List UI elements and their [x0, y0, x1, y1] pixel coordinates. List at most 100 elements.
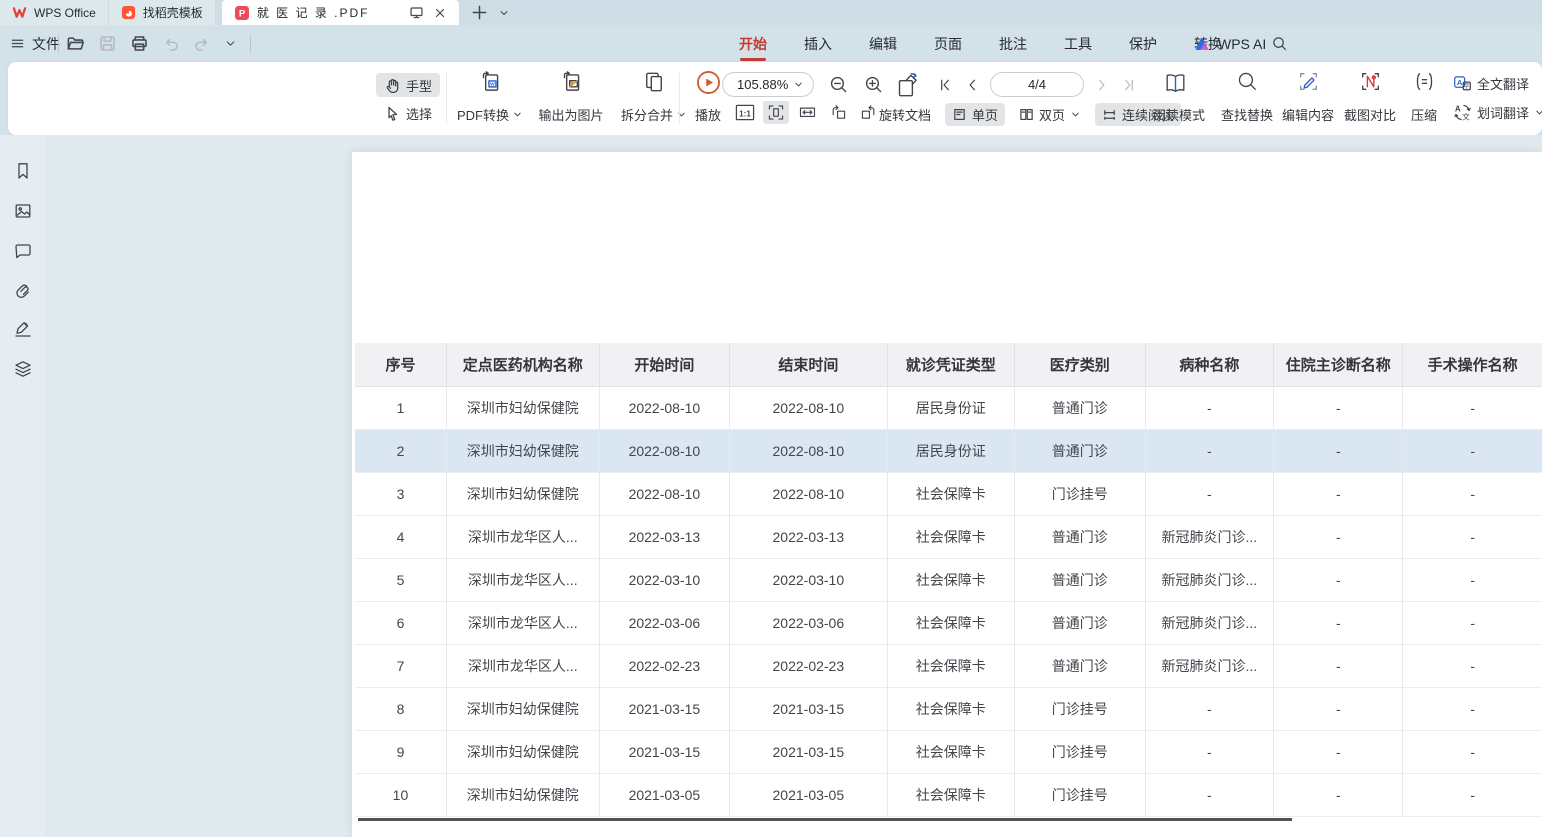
wps-ai-logo-icon	[1194, 36, 1212, 51]
zoom-level-combobox[interactable]: 105.88%	[722, 72, 814, 97]
table-row: 9深圳市妇幼保健院2021-03-152021-03-15社会保障卡门诊挂号--…	[355, 730, 1542, 773]
table-cell: 2	[355, 429, 446, 472]
zoom-out-icon[interactable]	[828, 74, 849, 95]
document-viewport[interactable]: 序号定点医药机构名称开始时间结束时间就诊凭证类型医疗类别病种名称住院主诊断名称手…	[0, 135, 1542, 837]
export-image-label: 输出为图片	[538, 105, 603, 124]
menu-home[interactable]: 开始	[737, 25, 769, 63]
chevron-down-icon	[793, 79, 804, 90]
zoom-in-icon[interactable]	[863, 74, 884, 95]
table-cell: -	[1403, 515, 1542, 558]
new-tab-plus-icon[interactable]	[471, 4, 488, 21]
pdf-page[interactable]: 序号定点医药机构名称开始时间结束时间就诊凭证类型医疗类别病种名称住院主诊断名称手…	[352, 152, 1542, 837]
split-merge-icon	[641, 69, 667, 95]
tab-document-pdf[interactable]: P 就 医 记 录 .PDF	[222, 0, 459, 25]
screenshot-compare-button[interactable]: 截图对比	[1332, 69, 1408, 129]
pdf-convert-button[interactable]: W PDF转换	[451, 69, 529, 129]
table-cell: -	[1403, 558, 1542, 601]
table-cell: -	[1145, 730, 1274, 773]
search-icon[interactable]	[1271, 35, 1288, 52]
table-cell: 2022-08-10	[730, 386, 887, 429]
page-number-input[interactable]: 4/4	[990, 72, 1084, 97]
table-row: 8深圳市妇幼保健院2021-03-152021-03-15社会保障卡门诊挂号--…	[355, 687, 1542, 730]
table-header-row: 序号定点医药机构名称开始时间结束时间就诊凭证类型医疗类别病种名称住院主诊断名称手…	[355, 343, 1542, 386]
table-cell: 2021-03-15	[730, 687, 887, 730]
tab-wps-office[interactable]: WPS Office	[0, 0, 109, 25]
table-cell: -	[1403, 644, 1542, 687]
table-cell: -	[1145, 386, 1274, 429]
page-indicator: 4/4	[1028, 77, 1046, 92]
word-translate-icon: A文	[1453, 103, 1472, 122]
menu-comment[interactable]: 批注	[997, 25, 1029, 63]
first-page-icon[interactable]	[936, 75, 955, 95]
wps-ai-button[interactable]: WPS AI	[1194, 25, 1266, 62]
signature-icon[interactable]	[13, 319, 33, 339]
menu-tools[interactable]: 工具	[1062, 25, 1094, 63]
redo-icon[interactable]	[193, 35, 211, 53]
tab-label: 找稻壳模板	[143, 4, 203, 21]
fit-page-button[interactable]	[763, 101, 789, 124]
compress-button[interactable]: 压缩	[1399, 69, 1449, 129]
chevron-down-icon[interactable]	[224, 37, 237, 50]
table-cell: 2022-02-23	[730, 644, 887, 687]
ribbon-toolbar: 手型 选择 W PDF转换 输出为图片 拆分合并 播放 105.88% 1:1	[8, 62, 1542, 135]
single-page-button[interactable]: 单页	[945, 103, 1005, 126]
select-tool-button[interactable]: 选择	[376, 101, 440, 125]
export-image-button[interactable]: 输出为图片	[529, 69, 613, 129]
rotate-document-icon[interactable]	[892, 70, 922, 100]
column-header: 手术操作名称	[1403, 343, 1542, 386]
read-mode-button[interactable]: 阅读模式	[1146, 103, 1212, 126]
bookmark-icon[interactable]	[13, 161, 33, 181]
export-image-icon	[558, 69, 584, 95]
thumbnail-icon[interactable]	[13, 201, 33, 221]
next-page-icon[interactable]	[1092, 75, 1111, 95]
comment-icon[interactable]	[13, 241, 33, 261]
close-icon[interactable]	[433, 6, 447, 20]
attachment-icon[interactable]	[13, 281, 33, 301]
split-merge-button[interactable]: 拆分合并	[613, 69, 695, 129]
column-header: 序号	[355, 343, 446, 386]
table-cell: -	[1403, 472, 1542, 515]
full-translate-button[interactable]: A字 全文翻译	[1453, 74, 1542, 93]
wps-ai-label: WPS AI	[1218, 36, 1266, 52]
menu-protect[interactable]: 保护	[1127, 25, 1159, 63]
table-cell: 门诊挂号	[1015, 773, 1145, 816]
save-icon[interactable]	[98, 34, 117, 53]
tab-docer-templates[interactable]: 找稻壳模板	[109, 0, 216, 25]
actual-size-button[interactable]: 1:1	[732, 101, 758, 124]
double-page-button[interactable]: 双页	[1012, 103, 1088, 126]
layers-icon[interactable]	[13, 359, 33, 379]
menu-page[interactable]: 页面	[932, 25, 964, 63]
menu-list: 开始插入编辑页面批注工具保护转换	[737, 25, 1224, 62]
undo-icon[interactable]	[162, 35, 180, 53]
fit-width-button[interactable]	[794, 101, 820, 124]
table-cell: 普通门诊	[1015, 429, 1145, 472]
chevron-down-icon	[1534, 107, 1542, 118]
menu-insert[interactable]: 插入	[802, 25, 834, 63]
table-body: 1深圳市妇幼保健院2022-08-102022-08-10居民身份证普通门诊--…	[355, 386, 1542, 816]
monitor-icon[interactable]	[409, 5, 424, 20]
table-cell: 2022-08-10	[599, 472, 730, 515]
menu-edit[interactable]: 编辑	[867, 25, 899, 63]
single-page-icon	[952, 107, 967, 122]
previous-page-icon[interactable]	[963, 75, 982, 95]
open-folder-icon[interactable]	[66, 34, 85, 53]
rotate-left-button[interactable]	[825, 101, 851, 124]
tab-list-chevron-icon[interactable]	[498, 7, 510, 19]
hand-tool-button[interactable]: 手型	[376, 73, 440, 97]
select-tool-label: 选择	[406, 104, 432, 123]
read-mode-icon[interactable]	[1162, 70, 1189, 97]
table-cell: -	[1274, 730, 1403, 773]
column-header: 定点医药机构名称	[446, 343, 599, 386]
rotate-document-button[interactable]: 旋转文档	[872, 103, 938, 126]
table-cell: 新冠肺炎门诊...	[1145, 601, 1274, 644]
svg-text:1:1: 1:1	[739, 109, 751, 118]
pdf-file-icon: P	[234, 5, 250, 21]
print-icon[interactable]	[130, 34, 149, 53]
table-cell: 5	[355, 558, 446, 601]
word-translate-button[interactable]: A文 划词翻译	[1453, 103, 1542, 122]
file-menu-button[interactable]: 文件	[10, 25, 60, 62]
table-row: 7深圳市龙华区人...2022-02-232022-02-23社会保障卡普通门诊…	[355, 644, 1542, 687]
last-page-icon[interactable]	[1119, 75, 1138, 95]
table-cell: -	[1274, 687, 1403, 730]
table-cell: -	[1274, 429, 1403, 472]
